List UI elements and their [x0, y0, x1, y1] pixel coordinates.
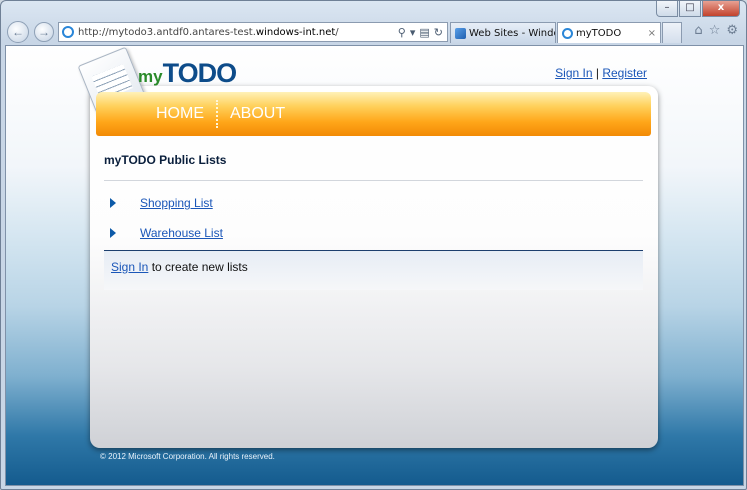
- auth-links: Sign In | Register: [555, 66, 647, 80]
- auth-separator: |: [592, 66, 603, 80]
- register-link[interactable]: Register: [602, 66, 647, 80]
- address-bar[interactable]: http://mytodo3.antdf0.antares-test.windo…: [58, 22, 448, 42]
- maximize-button[interactable]: □: [679, 1, 701, 17]
- minimize-button[interactable]: –: [656, 1, 678, 17]
- nav-home[interactable]: HOME: [156, 105, 204, 123]
- signin-prompt: Sign In to create new lists: [111, 260, 248, 274]
- list-item: Shopping List: [110, 190, 223, 220]
- footer-copyright: © 2012 Microsoft Corporation. All rights…: [100, 452, 275, 461]
- shopping-list-link[interactable]: Shopping List: [140, 196, 213, 210]
- logo-my: my: [138, 67, 163, 86]
- address-text[interactable]: http://mytodo3.antdf0.antares-test.windo…: [78, 27, 398, 38]
- list-item: Warehouse List: [110, 220, 223, 250]
- close-button[interactable]: x: [702, 1, 740, 17]
- divider: [104, 180, 643, 181]
- tab-label: myTODO: [576, 27, 622, 39]
- tab-mytodo[interactable]: myTODO ×: [557, 22, 661, 43]
- window-controls: – □ x: [656, 1, 740, 17]
- browser-toolbar: ⌂ ☆ ⚙: [694, 23, 738, 38]
- logo-todo: TODO: [162, 58, 238, 88]
- tab-label: Web Sites - Window...: [469, 27, 555, 39]
- signin-prompt-text: to create new lists: [148, 260, 248, 274]
- public-lists: Shopping List Warehouse List: [110, 190, 223, 250]
- address-tools: ⚲ ▾ ▤ ↻: [398, 26, 447, 39]
- favorites-icon[interactable]: ☆: [709, 23, 721, 38]
- refresh-icon[interactable]: ↻: [434, 26, 443, 39]
- search-icon[interactable]: ⚲: [398, 26, 406, 39]
- forward-button[interactable]: →: [34, 22, 54, 42]
- bullet-arrow-icon: [110, 198, 116, 208]
- ie-tab-icon: [562, 27, 573, 39]
- signin-prompt-link[interactable]: Sign In: [111, 260, 148, 274]
- back-button[interactable]: ←: [7, 21, 29, 43]
- nav-about[interactable]: ABOUT: [230, 105, 285, 123]
- ie-page-icon: [62, 26, 74, 38]
- nav-divider: [216, 100, 218, 128]
- warehouse-list-link[interactable]: Warehouse List: [140, 226, 223, 240]
- page-viewport: myTODO Sign In | Register HOME ABOUT myT…: [5, 45, 744, 486]
- tab-close-icon[interactable]: ×: [648, 28, 656, 39]
- tab-web-sites[interactable]: Web Sites - Window...: [450, 22, 556, 43]
- compatibility-view-icon[interactable]: ▤: [419, 26, 429, 39]
- signin-prompt-box: Sign In to create new lists: [104, 250, 643, 290]
- bullet-arrow-icon: [110, 228, 116, 238]
- tools-gear-icon[interactable]: ⚙: [726, 23, 738, 38]
- dropdown-icon[interactable]: ▾: [410, 26, 416, 39]
- web-sites-tab-icon: [455, 27, 466, 39]
- new-tab-button[interactable]: [662, 22, 682, 43]
- page-title: myTODO Public Lists: [104, 153, 227, 167]
- address-domain: windows-int.net: [255, 26, 336, 38]
- sign-in-link[interactable]: Sign In: [555, 66, 592, 80]
- logo-text: myTODO: [138, 58, 238, 89]
- browser-window: – □ x ← → http://mytodo3.antdf0.antares-…: [0, 0, 747, 490]
- home-icon[interactable]: ⌂: [694, 23, 702, 38]
- main-nav: HOME ABOUT: [96, 92, 651, 136]
